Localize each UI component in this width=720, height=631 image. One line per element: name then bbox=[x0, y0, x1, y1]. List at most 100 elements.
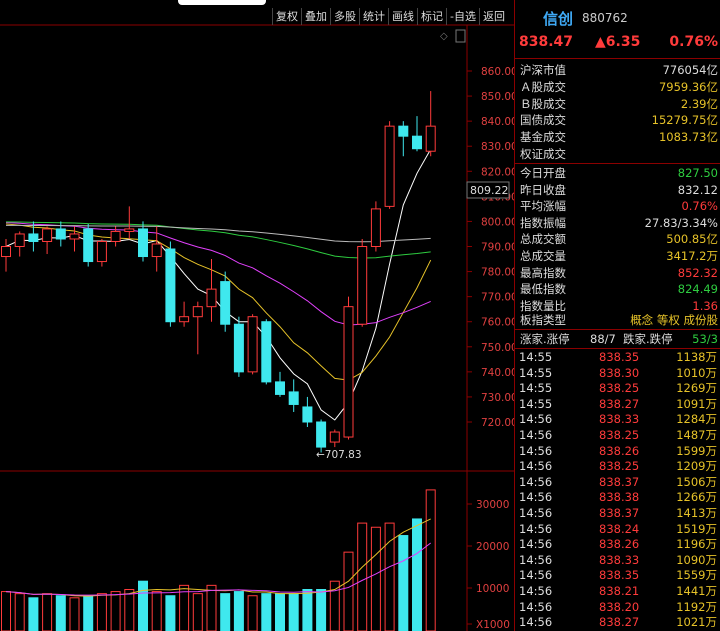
price-axis-label: 760.00 bbox=[481, 317, 514, 329]
volume-axis-label: 20000 bbox=[476, 541, 509, 553]
candle-body bbox=[151, 243, 162, 258]
stats2-row: 今日开盘 827.50 bbox=[520, 165, 718, 181]
tick-row: 14:56 838.26 1599万 bbox=[519, 444, 717, 460]
breadth-row: 涨家.涨停 88/7 跌家.跌停 53/3 bbox=[520, 331, 718, 347]
tick-price: 838.25 bbox=[599, 459, 640, 474]
toolbar-back-button[interactable]: 返回 bbox=[478, 8, 508, 25]
top-tab-button[interactable] bbox=[178, 0, 266, 5]
candle-body bbox=[398, 125, 409, 137]
stats-label: Ｂ股成交 bbox=[520, 96, 566, 111]
index-price: 838.47 bbox=[519, 34, 574, 50]
candle-body bbox=[233, 323, 244, 373]
tick-volume: 1413万 bbox=[676, 506, 717, 520]
volume-bar bbox=[192, 593, 203, 631]
candle-body bbox=[14, 233, 25, 247]
tick-row: 14:56 838.27 1021万 bbox=[519, 615, 717, 631]
stats2-value: 0.76% bbox=[681, 199, 718, 214]
stats-value: 15279.75亿 bbox=[651, 113, 718, 128]
stats-value: 2.39亿 bbox=[680, 96, 718, 111]
toolbar-mark-button[interactable]: 标记 bbox=[417, 8, 446, 25]
candle-body bbox=[425, 125, 436, 152]
tick-row: 14:55 838.30 1010万 bbox=[519, 366, 717, 382]
stats-value: 1083.73亿 bbox=[658, 130, 718, 145]
tick-row: 14:56 838.25 1209万 bbox=[519, 459, 717, 475]
volume-bar bbox=[316, 589, 327, 631]
volume-bar bbox=[110, 591, 121, 631]
tick-row: 14:55 838.27 1091万 bbox=[519, 397, 717, 413]
tick-volume: 1559万 bbox=[676, 568, 717, 583]
tick-time: 14:56 bbox=[519, 506, 553, 520]
stats2-label: 总成交量 bbox=[520, 249, 566, 263]
candle-body bbox=[165, 248, 176, 323]
divider bbox=[515, 163, 720, 164]
stats2-row: 最高指数 852.32 bbox=[520, 265, 718, 281]
tick-time: 14:56 bbox=[519, 521, 553, 536]
index-change: ▲6.35 bbox=[595, 34, 641, 50]
toolbar-overlay-button[interactable]: 叠加 bbox=[301, 8, 330, 25]
limit-up-label: 涨家.涨停 bbox=[520, 332, 570, 346]
volume-axis-label: X1000 bbox=[476, 619, 510, 631]
tick-volume: 1209万 bbox=[676, 459, 717, 474]
stats-row: 基金成交 1083.73亿 bbox=[520, 129, 718, 145]
volume-axis-label: 30000 bbox=[476, 499, 509, 511]
volume-bar bbox=[425, 489, 436, 631]
stats-row: 沪深市值 776054亿 bbox=[520, 62, 718, 78]
tick-volume: 1487万 bbox=[676, 428, 717, 442]
volume-bar bbox=[28, 597, 39, 631]
tick-time: 14:56 bbox=[519, 428, 553, 442]
index-type-value[interactable]: 概念 等权 成份股 bbox=[630, 312, 718, 328]
volume-axis-label: 10000 bbox=[476, 583, 509, 595]
candle-body bbox=[384, 125, 395, 207]
volume-bar bbox=[220, 593, 231, 631]
toolbar-multistock-button[interactable]: 多股 bbox=[330, 8, 359, 25]
tick-time: 14:56 bbox=[519, 552, 553, 567]
tick-price: 838.35 bbox=[599, 568, 640, 583]
stats2-value: 832.12 bbox=[677, 182, 718, 197]
stats2-label: 指数振幅 bbox=[520, 215, 566, 230]
volume-bar bbox=[96, 593, 107, 631]
price-axis-label: 750.00 bbox=[481, 342, 514, 354]
volume-bar bbox=[42, 593, 53, 631]
tick-time: 14:56 bbox=[519, 490, 553, 505]
volume-bar bbox=[261, 593, 272, 631]
volume-bar bbox=[302, 589, 313, 631]
volume-bar bbox=[275, 593, 285, 631]
candle-body bbox=[55, 228, 66, 240]
kline-chart[interactable]: 860.00850.00840.00830.00820.00810.00800.… bbox=[0, 0, 514, 631]
price-axis-label: 840.00 bbox=[481, 116, 514, 128]
stats-label: Ａ股成交 bbox=[520, 79, 566, 94]
stats2-value: 3417.2万 bbox=[666, 249, 718, 263]
tick-volume: 1138万 bbox=[676, 350, 717, 364]
candle-body bbox=[28, 233, 39, 242]
toolbar-stats-button[interactable]: 统计 bbox=[359, 8, 388, 25]
tick-time: 14:55 bbox=[519, 365, 553, 380]
tick-volume: 1519万 bbox=[676, 521, 717, 536]
toolbar-fuquan-button[interactable]: 复权 bbox=[272, 8, 301, 25]
stats2-value: 852.32 bbox=[677, 265, 718, 280]
diamond-icon[interactable]: ◇ bbox=[440, 31, 448, 42]
volume-bar bbox=[357, 522, 368, 631]
tick-volume: 1599万 bbox=[676, 443, 717, 458]
stats2-value: 827.50 bbox=[677, 166, 718, 180]
price-axis-label: 820.00 bbox=[481, 166, 514, 178]
candle-body bbox=[206, 288, 217, 308]
stats-label: 国债成交 bbox=[520, 113, 566, 128]
price-axis-label: 720.00 bbox=[481, 417, 514, 429]
index-name: 信创 bbox=[543, 10, 574, 28]
stats2-label: 总成交额 bbox=[520, 232, 566, 247]
tick-price: 838.21 bbox=[599, 584, 640, 598]
tick-price: 838.24 bbox=[599, 521, 640, 536]
tick-volume: 1090万 bbox=[676, 552, 717, 567]
low-price-label: ←707.83 bbox=[316, 449, 362, 461]
window-toggle-icon[interactable] bbox=[455, 29, 466, 43]
candle-body bbox=[370, 208, 381, 247]
tick-price: 838.25 bbox=[599, 428, 640, 442]
tick-volume: 1269万 bbox=[676, 381, 717, 396]
toolbar-draw-button[interactable]: 画线 bbox=[388, 8, 417, 25]
price-axis-label: 770.00 bbox=[481, 292, 514, 304]
price-axis-label: 780.00 bbox=[481, 267, 514, 279]
tick-volume: 1266万 bbox=[676, 490, 717, 505]
toolbar-remove-watchlist-button[interactable]: -自选 bbox=[446, 8, 479, 25]
volume-bar bbox=[247, 595, 258, 631]
volume-bar bbox=[206, 584, 217, 631]
